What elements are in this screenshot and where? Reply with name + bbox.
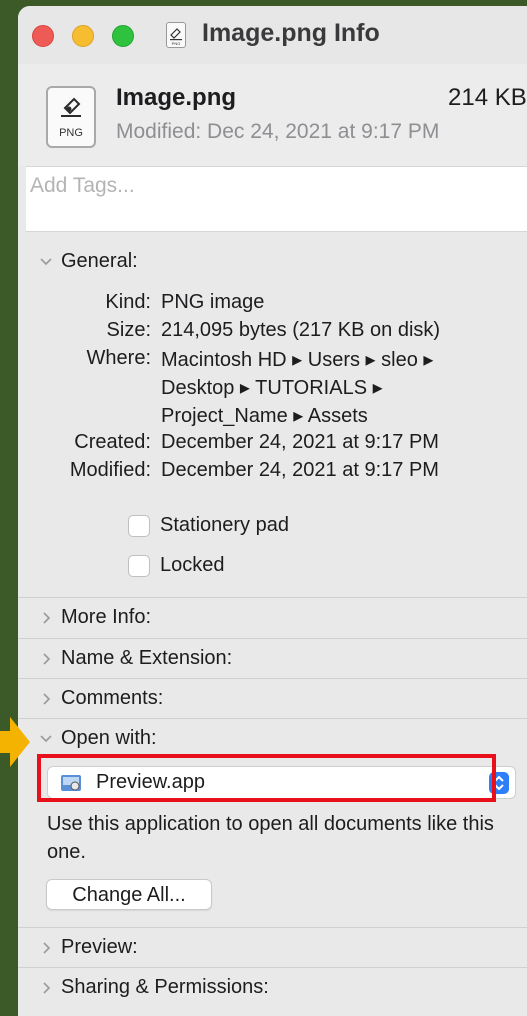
where-value-line3: Project_Name ▸ Assets: [161, 405, 368, 427]
arrow-pointer-icon: [0, 717, 30, 767]
kind-value: PNG image: [161, 291, 265, 313]
where-value-line2: Desktop ▸ TUTORIALS ▸: [161, 377, 383, 399]
section-name-extension-label: Name & Extension:: [61, 647, 233, 669]
zoom-button[interactable]: [112, 25, 134, 47]
where-value-line1: Macintosh HD ▸ Users ▸ sleo ▸: [161, 349, 434, 371]
section-more-info[interactable]: More Info:: [18, 598, 527, 638]
chevron-right-icon: [43, 612, 51, 624]
section-preview[interactable]: Preview:: [18, 928, 527, 968]
modified-value: December 24, 2021 at 9:17 PM: [161, 459, 439, 481]
locked-label: Locked: [160, 554, 225, 576]
section-open-with[interactable]: Open with:: [18, 719, 527, 759]
size-value: 214,095 bytes (217 KB on disk): [161, 319, 441, 341]
created-value: December 24, 2021 at 9:17 PM: [161, 431, 439, 453]
window-title: Image.png Info: [202, 19, 380, 47]
file-name: Image.png: [116, 84, 237, 111]
file-header: PNG Image.png 214 KB Modified: Dec 24, 2…: [18, 64, 527, 166]
kind-label: Kind:: [105, 291, 151, 313]
add-tags-input[interactable]: [28, 173, 512, 199]
section-open-with-label: Open with:: [61, 727, 157, 749]
open-with-app-label: Preview.app: [96, 771, 205, 793]
section-sharing-permissions[interactable]: Sharing & Permissions:: [18, 968, 527, 1008]
section-name-extension[interactable]: Name & Extension:: [18, 639, 527, 679]
chevron-right-icon: [43, 693, 51, 705]
modified-label: Modified:: [69, 459, 151, 481]
where-label: Where:: [86, 347, 151, 369]
section-comments[interactable]: Comments:: [18, 679, 527, 719]
close-button[interactable]: [32, 25, 54, 47]
created-label: Created:: [74, 431, 151, 453]
info-window: PNG Image.png Info PNG Image.png 214 KB …: [18, 6, 527, 1016]
open-with-description: Use this application to open all documen…: [47, 813, 494, 863]
png-document-icon: PNG: [166, 22, 186, 48]
section-more-info-label: More Info:: [61, 606, 152, 628]
chevron-right-icon: [43, 653, 51, 665]
chevron-down-icon: [40, 258, 52, 266]
png-file-icon: PNG: [46, 86, 96, 148]
file-modified-date: Modified: Dec 24, 2021 at 9:17 PM: [116, 120, 440, 143]
tags-field-container: [26, 166, 527, 232]
popup-stepper-icon: [489, 772, 509, 794]
size-label: Size:: [106, 319, 151, 341]
section-general[interactable]: General:: [18, 242, 527, 282]
section-general-label: General:: [61, 250, 138, 272]
chevron-down-icon: [40, 735, 52, 743]
chevron-right-icon: [43, 982, 51, 994]
file-icon-label: PNG: [59, 127, 83, 139]
section-comments-label: Comments:: [61, 687, 164, 709]
section-preview-label: Preview:: [61, 936, 138, 958]
section-sharing-permissions-label: Sharing & Permissions:: [61, 976, 269, 998]
title-bar: PNG Image.png Info: [18, 6, 527, 64]
stationery-pad-label: Stationery pad: [160, 514, 289, 536]
preview-app-icon: [61, 775, 81, 791]
change-all-button[interactable]: Change All...: [46, 879, 212, 910]
open-with-app-popup[interactable]: Preview.app: [47, 766, 516, 799]
minimize-button[interactable]: [72, 25, 94, 47]
locked-checkbox[interactable]: [128, 555, 150, 577]
stationery-pad-checkbox[interactable]: [128, 515, 150, 537]
svg-text:PNG: PNG: [172, 41, 181, 46]
chevron-right-icon: [43, 942, 51, 954]
file-size: 214 KB: [448, 84, 527, 111]
